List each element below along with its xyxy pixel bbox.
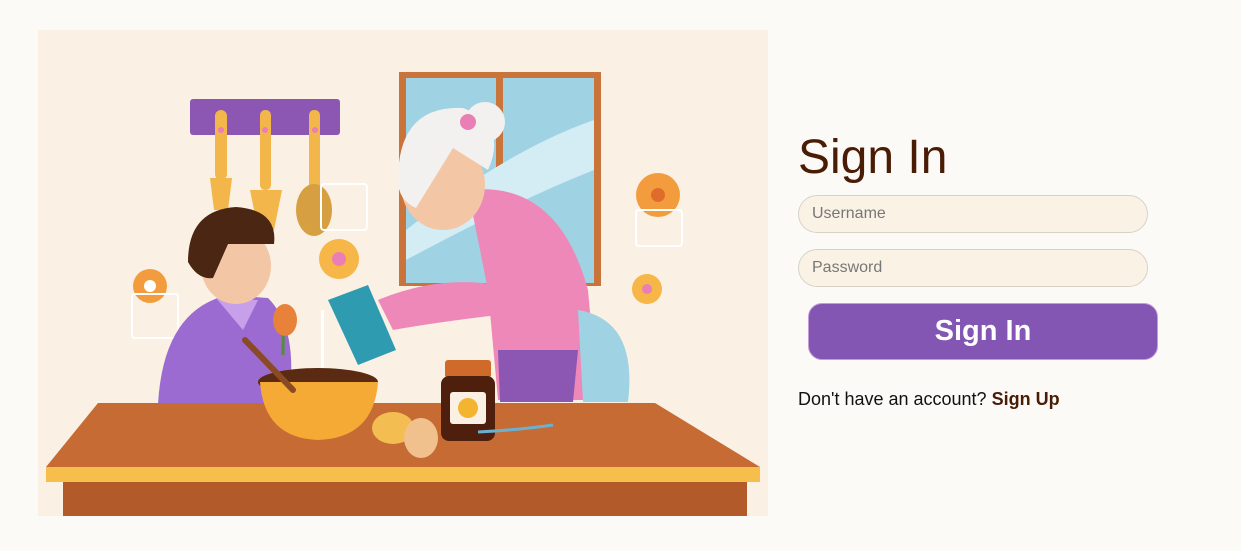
signin-form: Sign In Sign In Don't have an account? S… <box>798 130 1178 410</box>
signin-button[interactable]: Sign In <box>808 303 1158 360</box>
password-input[interactable] <box>798 249 1148 287</box>
signup-link[interactable]: Sign Up <box>992 389 1060 409</box>
signin-title: Sign In <box>798 131 948 184</box>
signup-prompt-line: Don't have an account? Sign Up <box>798 389 1178 410</box>
signin-page: Sign In Sign In Don't have an account? S… <box>0 0 1241 551</box>
signup-prompt-text: Don't have an account? <box>798 389 987 409</box>
username-input[interactable] <box>798 195 1148 233</box>
kitchen-illustration <box>38 30 768 516</box>
